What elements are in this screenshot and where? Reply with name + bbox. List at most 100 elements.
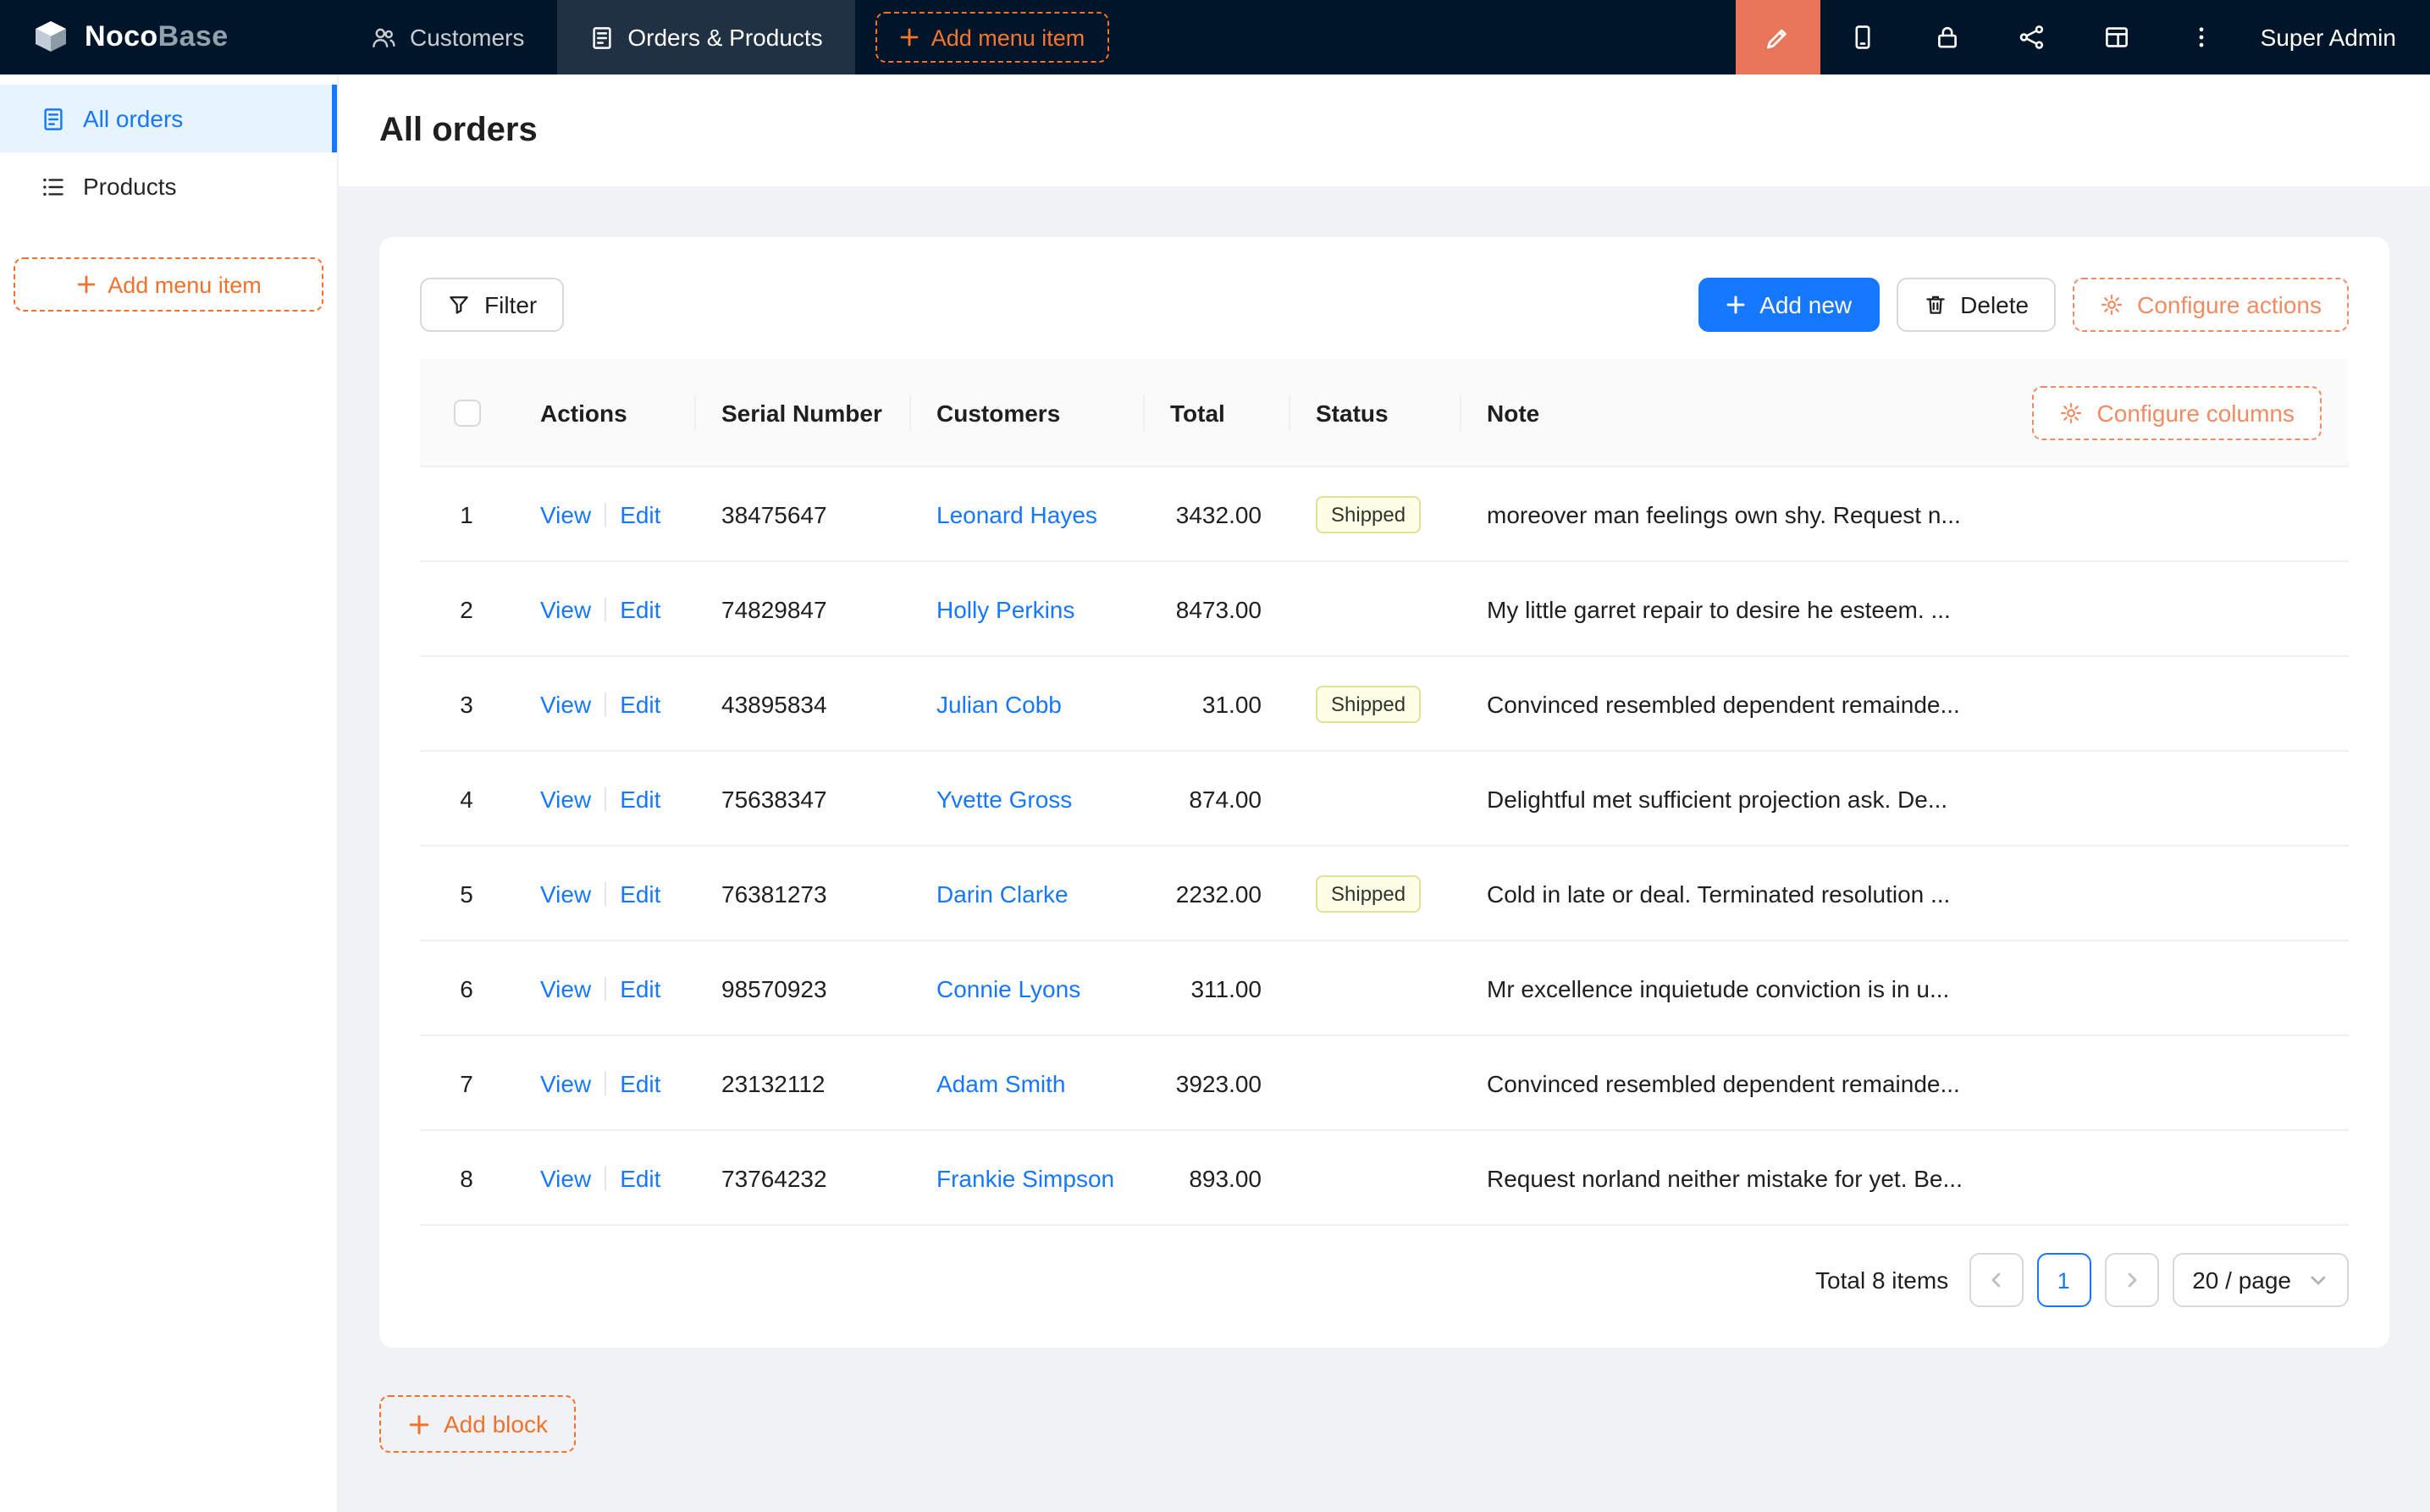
lock-icon <box>1934 24 1961 51</box>
chevron-right-icon <box>2121 1270 2141 1290</box>
layout-icon <box>2103 24 2130 51</box>
next-page-button[interactable] <box>2104 1253 2158 1307</box>
more-button[interactable] <box>2159 0 2244 74</box>
filter-button[interactable]: Filter <box>420 278 564 332</box>
view-link[interactable]: View <box>540 500 591 527</box>
total-cell: 31.00 <box>1143 690 1289 717</box>
serial-number-cell: 74829847 <box>694 595 909 622</box>
nav-tab-orders-products[interactable]: Orders & Products <box>556 0 854 74</box>
edit-link[interactable]: Edit <box>620 690 660 717</box>
serial-number-cell: 73764232 <box>694 1164 909 1191</box>
nav-tab-customers[interactable]: Customers <box>339 0 556 74</box>
sidebar-item-all-orders[interactable]: All orders <box>0 85 337 152</box>
edit-link[interactable]: Edit <box>620 1164 660 1191</box>
customer-cell: Connie Lyons <box>909 974 1143 1002</box>
table-row: 4 View Edit 75638347 Yvette Gross 874.00… <box>420 752 2349 847</box>
status-badge: Shipped <box>1316 685 1421 722</box>
table-row: 3 View Edit 43895834 Julian Cobb 31.00 S… <box>420 657 2349 752</box>
note-value: Request norland neither mistake for yet.… <box>1487 1164 1963 1191</box>
action-divider <box>605 786 606 810</box>
select-all-checkbox[interactable] <box>453 399 480 426</box>
row-index-cell: 8 <box>420 1164 513 1191</box>
serial-number-value: 74829847 <box>721 595 827 622</box>
serial-number-cell: 23132112 <box>694 1069 909 1096</box>
note-value: Mr excellence inquietude conviction is i… <box>1487 974 1949 1002</box>
layout-button[interactable] <box>2074 0 2159 74</box>
customer-link[interactable]: Holly Perkins <box>936 595 1074 622</box>
customer-link[interactable]: Connie Lyons <box>936 974 1080 1002</box>
lock-button[interactable] <box>1905 0 1990 74</box>
row-index: 4 <box>460 785 473 812</box>
customer-link[interactable]: Leonard Hayes <box>936 500 1097 527</box>
delete-button[interactable]: Delete <box>1896 278 2056 332</box>
edit-link[interactable]: Edit <box>620 595 660 622</box>
column-header-customers: Customers <box>909 359 1143 466</box>
configure-columns-button[interactable]: Configure columns <box>2033 385 2322 439</box>
table-header: Actions Serial Number Customers Total St… <box>420 359 2349 467</box>
add-menu-item-label: Add menu item <box>108 272 262 297</box>
total-items-label: Total 8 items <box>1815 1266 1948 1294</box>
view-link[interactable]: View <box>540 880 591 907</box>
page-title: All orders <box>379 111 538 150</box>
view-link[interactable]: View <box>540 1069 591 1096</box>
row-index: 5 <box>460 880 473 907</box>
action-divider <box>605 976 606 1000</box>
customer-cell: Adam Smith <box>909 1069 1143 1096</box>
customer-link[interactable]: Frankie Simpson <box>936 1164 1114 1191</box>
view-link[interactable]: View <box>540 690 591 717</box>
nodes-button[interactable] <box>1990 0 2074 74</box>
view-link[interactable]: View <box>540 1164 591 1191</box>
ui-editor-button[interactable] <box>1736 0 1820 74</box>
highlighter-icon <box>1764 23 1792 52</box>
customer-link[interactable]: Julian Cobb <box>936 690 1062 717</box>
view-link[interactable]: View <box>540 974 591 1002</box>
edit-link[interactable]: Edit <box>620 1069 660 1096</box>
add-new-button[interactable]: Add new <box>1698 278 1879 332</box>
view-link[interactable]: View <box>540 595 591 622</box>
page-header: All orders <box>339 74 2430 186</box>
add-block-button[interactable]: Add block <box>379 1395 577 1453</box>
total-cell: 3923.00 <box>1143 1069 1289 1096</box>
edit-link[interactable]: Edit <box>620 974 660 1002</box>
orders-table: Actions Serial Number Customers Total St… <box>420 359 2349 1226</box>
customer-cell: Frankie Simpson <box>909 1164 1143 1191</box>
app: NocoBase Customers <box>0 0 2430 1512</box>
mobile-icon <box>1849 24 1876 51</box>
delete-button-label: Delete <box>1960 291 2029 318</box>
customer-link[interactable]: Yvette Gross <box>936 785 1072 812</box>
serial-number-cell: 38475647 <box>694 500 909 527</box>
customer-cell: Darin Clarke <box>909 880 1143 907</box>
customer-cell: Leonard Hayes <box>909 500 1143 527</box>
edit-link[interactable]: Edit <box>620 500 660 527</box>
sidebar-item-products[interactable]: Products <box>0 152 337 220</box>
add-menu-item-button-topbar[interactable]: Add menu item <box>875 12 1109 63</box>
customer-link[interactable]: Darin Clarke <box>936 880 1069 907</box>
sidebar-item-label: Products <box>83 173 177 200</box>
mobile-button[interactable] <box>1820 0 1905 74</box>
note-cell: Mr excellence inquietude conviction is i… <box>1460 974 2349 1002</box>
table-block: Filter Add new <box>379 237 2389 1348</box>
action-divider <box>605 1166 606 1189</box>
row-index-cell: 2 <box>420 595 513 622</box>
page-1-button[interactable]: 1 <box>2036 1253 2090 1307</box>
edit-link[interactable]: Edit <box>620 880 660 907</box>
user-menu[interactable]: Super Admin <box>2244 0 2430 74</box>
column-header-total: Total <box>1143 359 1289 466</box>
total-cell: 311.00 <box>1143 974 1289 1002</box>
view-link[interactable]: View <box>540 785 591 812</box>
serial-number-value: 98570923 <box>721 974 827 1002</box>
configure-actions-button[interactable]: Configure actions <box>2073 278 2349 332</box>
add-menu-item-button-sidebar[interactable]: Add menu item <box>14 257 323 312</box>
nav-tab-label: Orders & Products <box>627 24 822 51</box>
status-cell: Shipped <box>1289 685 1460 722</box>
page-size-select[interactable]: 20 / page <box>2172 1253 2349 1307</box>
note-value: My little garret repair to desire he est… <box>1487 595 1951 622</box>
edit-link[interactable]: Edit <box>620 785 660 812</box>
total-value: 8473.00 <box>1176 595 1262 622</box>
serial-number-value: 75638347 <box>721 785 827 812</box>
note-value: Convinced resembled dependent remainde..… <box>1487 690 1960 717</box>
prev-page-button[interactable] <box>1969 1253 2023 1307</box>
sidebar-item-label: All orders <box>83 105 183 132</box>
customer-link[interactable]: Adam Smith <box>936 1069 1066 1096</box>
serial-number-value: 73764232 <box>721 1164 827 1191</box>
